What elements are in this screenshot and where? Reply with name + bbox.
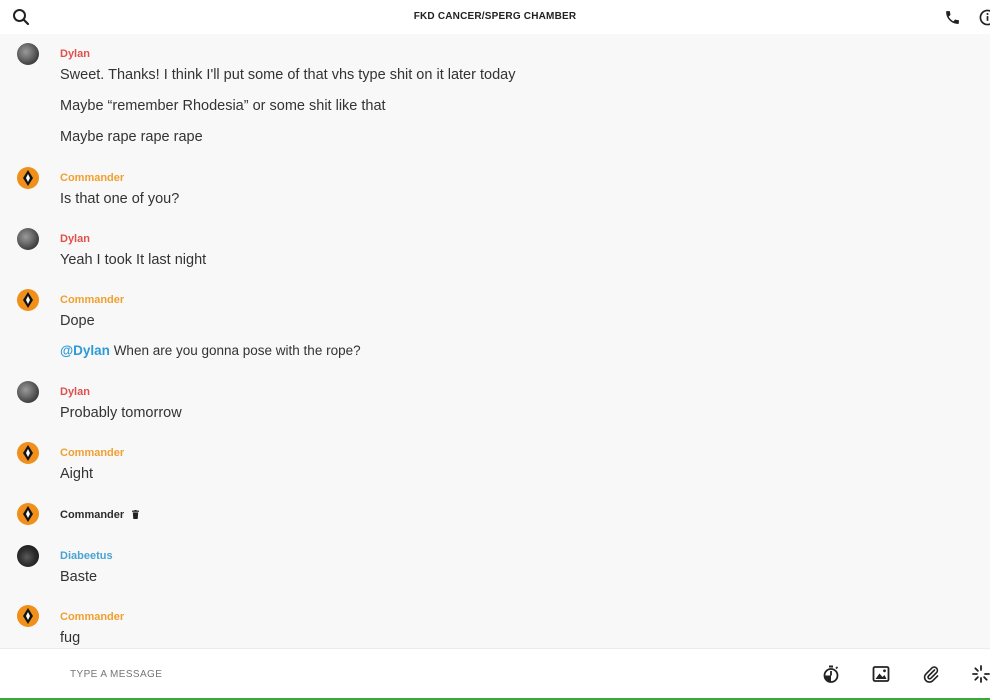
user-mention[interactable]: @Dylan (60, 343, 110, 358)
header-bar: FKD CANCER/SPERG CHAMBER (0, 0, 990, 34)
image-icon[interactable] (872, 665, 890, 683)
message-text: Is that one of you? (60, 191, 180, 207)
phone-icon[interactable] (944, 9, 961, 26)
message-text: fug (60, 630, 81, 646)
author-name[interactable]: Commander (60, 172, 124, 184)
avatar[interactable] (17, 545, 39, 567)
message-text: Maybe rape rape rape (60, 129, 203, 145)
author-name[interactable]: Commander (60, 611, 124, 623)
message-composer (0, 648, 990, 698)
avatar[interactable] (17, 167, 39, 189)
message-text: Dope (60, 313, 95, 329)
avatar[interactable] (17, 503, 39, 525)
message-text: Maybe “remember Rhodesia” or some shit l… (60, 98, 386, 114)
mention-message-text: When are you gonna pose with the rope? (109, 343, 361, 358)
message-text: Probably tomorrow (60, 405, 182, 421)
timer-icon[interactable] (822, 665, 840, 683)
trash-icon (132, 510, 139, 519)
author-name[interactable]: Diabeetus (60, 550, 113, 562)
avatar[interactable] (17, 228, 39, 250)
author-name[interactable]: Commander (60, 447, 124, 459)
avatar[interactable] (17, 605, 39, 627)
message-text: Baste (60, 569, 98, 585)
message-text: Yeah I took It last night (60, 252, 207, 268)
message-text: Sweet. Thanks! I think I'll put some of … (60, 67, 516, 83)
author-name[interactable]: Dylan (60, 386, 90, 398)
message-input[interactable] (68, 668, 472, 681)
avatar[interactable] (17, 289, 39, 311)
info-icon[interactable] (979, 9, 990, 26)
conversation-title: FKD CANCER/SPERG CHAMBER (413, 11, 577, 22)
avatar[interactable] (17, 381, 39, 403)
author-name[interactable]: Commander (60, 509, 124, 521)
message-text: @Dylan When are you gonna pose with the … (60, 343, 361, 358)
attachment-icon[interactable] (922, 665, 940, 683)
loading-icon[interactable] (972, 665, 990, 683)
message-list[interactable]: Dylan Sweet. Thanks! I think I'll put so… (0, 34, 990, 648)
avatar[interactable] (17, 43, 39, 65)
author-name[interactable]: Dylan (60, 48, 90, 60)
message-text: Aight (60, 466, 94, 482)
author-name[interactable]: Dylan (60, 233, 90, 245)
author-name[interactable]: Commander (60, 294, 124, 306)
avatar[interactable] (17, 442, 39, 464)
